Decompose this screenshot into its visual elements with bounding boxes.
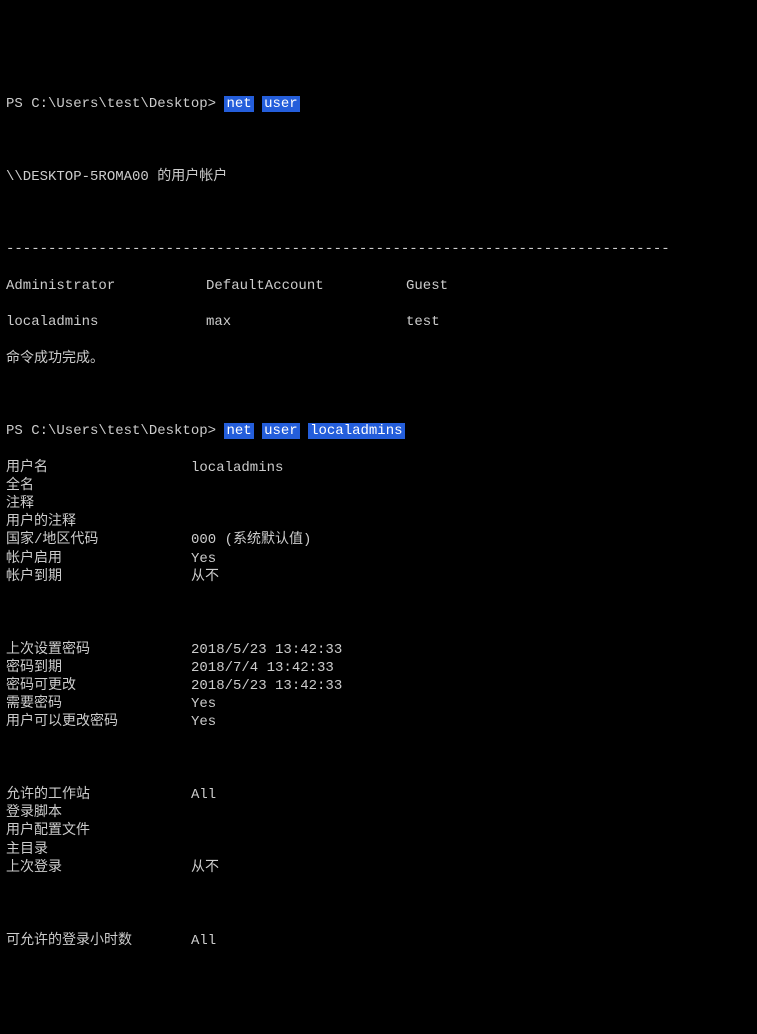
detail-row: 登录脚本	[6, 804, 751, 822]
detail-row: 上次设置密码2018/5/23 13:42:33	[6, 641, 751, 659]
prompt-path: PS C:\Users\test\Desktop>	[6, 96, 216, 112]
detail-label: 需要密码	[6, 695, 191, 713]
command-part: net	[224, 96, 253, 112]
detail-label: 主目录	[6, 841, 191, 859]
detail-row: 用户名localadmins	[6, 459, 751, 477]
prompt-line-2: PS C:\Users\test\Desktop> net user local…	[6, 422, 751, 440]
detail-value: 从不	[191, 568, 219, 586]
success-message: 命令成功完成。	[6, 350, 751, 368]
detail-label: 用户名	[6, 459, 191, 477]
detail-row: 用户配置文件	[6, 822, 751, 840]
detail-label: 允许的工作站	[6, 786, 191, 804]
detail-value: 从不	[191, 859, 219, 877]
detail-value: 2018/7/4 13:42:33	[191, 659, 334, 677]
user-cell: Administrator	[6, 277, 206, 295]
detail-row: 主目录	[6, 841, 751, 859]
detail-row: 允许的工作站All	[6, 786, 751, 804]
detail-value: Yes	[191, 713, 216, 731]
detail-label: 上次登录	[6, 859, 191, 877]
detail-row: 需要密码Yes	[6, 695, 751, 713]
detail-label: 密码到期	[6, 659, 191, 677]
detail-value: Yes	[191, 550, 216, 568]
command-part: user	[262, 96, 300, 112]
user-cell: localadmins	[6, 313, 206, 331]
user-cell: test	[406, 313, 586, 331]
detail-label: 用户配置文件	[6, 822, 191, 840]
command-part: localadmins	[308, 423, 404, 439]
detail-value: 000 (系统默认值)	[191, 531, 311, 549]
user-cell: Guest	[406, 277, 586, 295]
user-row: AdministratorDefaultAccountGuest	[6, 277, 751, 295]
detail-label: 密码可更改	[6, 677, 191, 695]
detail-value: 2018/5/23 13:42:33	[191, 677, 342, 695]
detail-label: 上次设置密码	[6, 641, 191, 659]
output-header: \\DESKTOP-5ROMA00 的用户帐户	[6, 168, 751, 186]
detail-value: All	[191, 786, 216, 804]
detail-row: 帐户启用Yes	[6, 550, 751, 568]
detail-label: 用户可以更改密码	[6, 713, 191, 731]
prompt-line-1: PS C:\Users\test\Desktop> net user	[6, 95, 751, 113]
detail-row: 国家/地区代码000 (系统默认值)	[6, 531, 751, 549]
detail-label: 注释	[6, 495, 191, 513]
command-part: user	[262, 423, 300, 439]
detail-label: 全名	[6, 477, 191, 495]
detail-row: 密码可更改2018/5/23 13:42:33	[6, 677, 751, 695]
detail-label: 用户的注释	[6, 513, 191, 531]
detail-value: 2018/5/23 13:42:33	[191, 641, 342, 659]
user-cell: max	[206, 313, 406, 331]
detail-row: 可允许的登录小时数All	[6, 932, 751, 950]
detail-row: 注释	[6, 495, 751, 513]
detail-value: All	[191, 932, 216, 950]
separator-line: ----------------------------------------…	[6, 240, 751, 258]
user-row: localadminsmaxtest	[6, 313, 751, 331]
command-part: net	[224, 423, 253, 439]
detail-row: 密码到期2018/7/4 13:42:33	[6, 659, 751, 677]
detail-label: 帐户启用	[6, 550, 191, 568]
terminal-output: PS C:\Users\test\Desktop> net user \\DES…	[6, 77, 751, 968]
detail-label: 国家/地区代码	[6, 531, 191, 549]
detail-label: 帐户到期	[6, 568, 191, 586]
prompt-path: PS C:\Users\test\Desktop>	[6, 423, 216, 439]
detail-label: 可允许的登录小时数	[6, 932, 191, 950]
detail-value: localadmins	[191, 459, 283, 477]
user-cell: DefaultAccount	[206, 277, 406, 295]
detail-row: 上次登录从不	[6, 859, 751, 877]
detail-label: 登录脚本	[6, 804, 191, 822]
detail-row: 帐户到期从不	[6, 568, 751, 586]
detail-row: 用户的注释	[6, 513, 751, 531]
detail-value: Yes	[191, 695, 216, 713]
detail-row: 用户可以更改密码Yes	[6, 713, 751, 731]
detail-row: 全名	[6, 477, 751, 495]
